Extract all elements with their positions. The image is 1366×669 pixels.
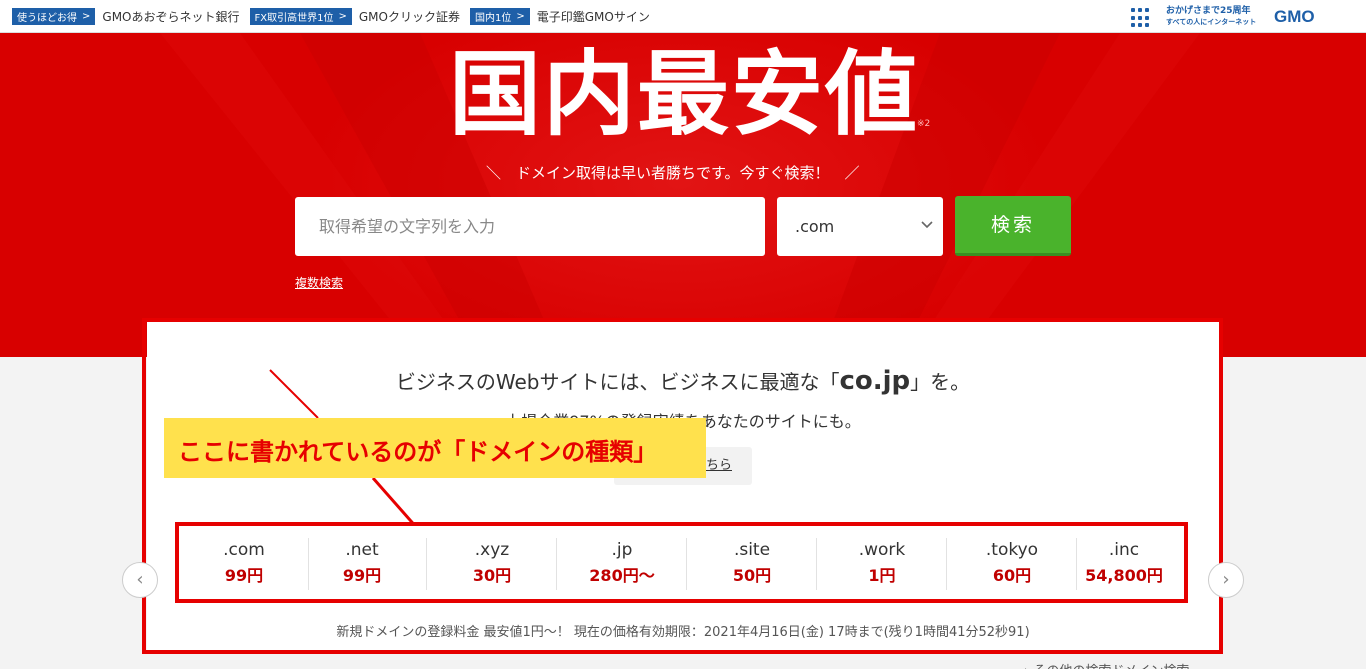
tld-name: .work: [858, 540, 906, 560]
partner-tag[interactable]: 国内1位 >: [469, 8, 530, 25]
chevron-left-icon: ‹: [136, 569, 144, 590]
tld-price: 99円: [342, 566, 382, 585]
hero-tagline: ＼ ドメイン取得は早い者勝ちです。今すぐ検索！ ／: [486, 164, 860, 182]
tld-price: 1円: [868, 566, 896, 585]
chevron-down-icon: [921, 215, 933, 239]
tld-price: 54,800円: [1085, 566, 1163, 585]
tld-item[interactable]: .inc 54,800円: [1059, 536, 1189, 592]
tld-item[interactable]: .com 99円: [179, 536, 309, 592]
tld-price: 50円: [732, 566, 772, 585]
chevron-right-icon: >: [516, 11, 525, 22]
annotation-text: ここに書かれているのが「ドメインの種類」: [178, 438, 658, 466]
tld-price: 99円: [224, 566, 264, 585]
domain-search-input[interactable]: [295, 197, 765, 256]
tld-name: .inc: [1108, 540, 1140, 560]
price-footnote: 新規ドメインの登録料金 最安値1円〜！ 現在の価格有効期限：2021年4月16日…: [336, 625, 1030, 640]
business-headline-suffix: 」を。: [910, 370, 971, 394]
partner-link[interactable]: GMOクリック証券: [359, 8, 460, 25]
partner-tag-label: 使うほどお得: [17, 13, 77, 24]
tld-name: .xyz: [474, 540, 510, 560]
partner-links: 使うほどお得 > GMOあおぞらネット銀行 FX取引高世界1位 > GMOクリック証…: [12, 8, 660, 25]
tld-name: .site: [733, 540, 771, 560]
carousel-prev-button[interactable]: ‹: [122, 562, 158, 598]
partner-tag[interactable]: 使うほどお得 >: [12, 8, 96, 25]
other-search-link[interactable]: › その他の検索ドメイン検索: [1024, 660, 1189, 669]
search-button[interactable]: 検索: [955, 196, 1071, 256]
tld-price: 280円〜: [589, 566, 655, 585]
chevron-right-icon: ›: [1222, 569, 1230, 590]
multi-search-link[interactable]: 複数検索: [295, 274, 343, 291]
tld-select[interactable]: .com: [777, 197, 943, 256]
tld-item[interactable]: .xyz 30円: [427, 536, 557, 592]
anniversary-line1: おかげさまで25周年: [1166, 6, 1251, 16]
business-headline: ビジネスのWebサイトには、ビジネスに最適な「co.jp」を。: [147, 366, 1219, 396]
tld-price: 60円: [992, 566, 1032, 585]
tld-item[interactable]: .site 50円: [687, 536, 817, 592]
tld-name: .com: [223, 540, 265, 560]
partner-tag[interactable]: FX取引高世界1位 >: [249, 8, 352, 25]
tld-name: .tokyo: [985, 540, 1039, 560]
gmo-logo[interactable]: GMO: [1274, 7, 1315, 27]
top-bar: 使うほどお得 > GMOあおぞらネット銀行 FX取引高世界1位 > GMOクリック証…: [0, 0, 1366, 33]
business-domain: co.jp: [839, 366, 911, 396]
partner-tag-label: 国内1位: [474, 13, 512, 24]
partner-link[interactable]: 電子印鑑GMOサイン: [537, 8, 650, 25]
anniversary-line2: すべての人にインターネット: [1166, 18, 1257, 26]
grid-menu-icon[interactable]: [1131, 8, 1151, 28]
hero-title: 国内最安値: [449, 41, 920, 148]
hero-title-note: ※2: [917, 119, 931, 129]
business-headline-prefix: ビジネスのWebサイトには、ビジネスに最適な「: [395, 370, 840, 394]
chevron-right-icon: >: [338, 11, 347, 22]
partner-tag-label: FX取引高世界1位: [254, 13, 334, 24]
tld-name: .jp: [611, 540, 633, 560]
anniversary-badge: おかげさまで25周年 すべての人にインターネット: [1166, 6, 1256, 28]
tld-item[interactable]: .tokyo 60円: [947, 536, 1077, 592]
chevron-right-icon: >: [82, 11, 91, 22]
tld-item[interactable]: .work 1円: [817, 536, 947, 592]
tld-item[interactable]: .jp 280円〜: [557, 536, 687, 592]
tld-price: 30円: [472, 566, 512, 585]
partner-link[interactable]: GMOあおぞらネット銀行: [102, 8, 239, 25]
tld-select-value: .com: [795, 217, 835, 236]
tld-price-list: .com 99円 .net 99円 .xyz 30円 .jp 280円〜 .si…: [175, 522, 1188, 603]
tld-name: .net: [345, 540, 379, 560]
carousel-next-button[interactable]: ›: [1208, 562, 1244, 598]
tld-item[interactable]: .net 99円: [297, 536, 427, 592]
hero-banner: 国内最安値 ※2 ＼ ドメイン取得は早い者勝ちです。今すぐ検索！ ／ .com …: [0, 33, 1366, 357]
